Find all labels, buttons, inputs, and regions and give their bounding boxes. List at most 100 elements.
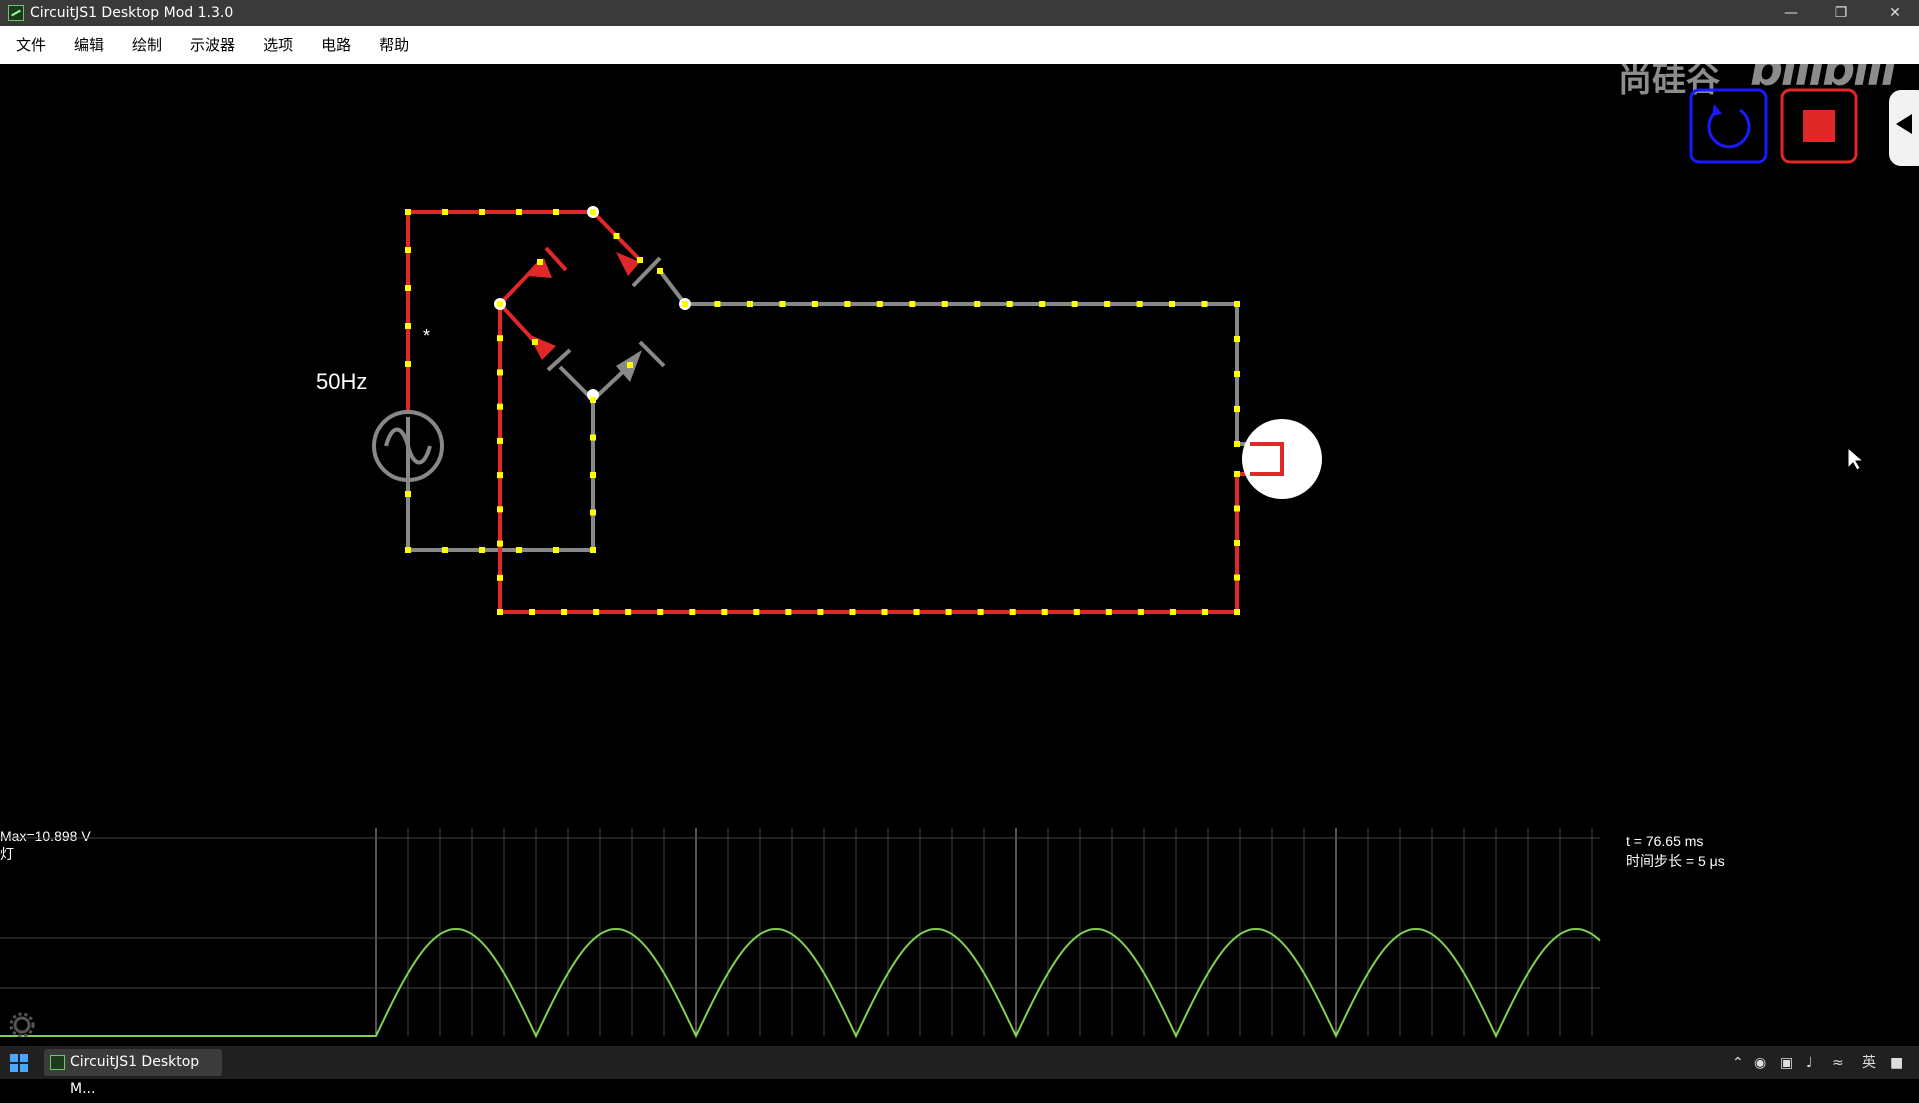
current-dot: [593, 609, 600, 615]
current-dot: [405, 285, 411, 291]
menu-file[interactable]: 文件: [0, 26, 60, 64]
current-dot: [849, 609, 856, 615]
current-dot: [977, 609, 984, 615]
current-dot: [817, 609, 824, 615]
gear-icon[interactable]: [9, 1012, 35, 1038]
current-dot: [553, 209, 559, 215]
app-icon: [8, 5, 24, 21]
wire-top-right[interactable]: [685, 302, 1250, 446]
current-dot: [974, 301, 981, 307]
oscilloscope-panel[interactable]: Max=10.898 V 灯 t = 76.65 ms 时间步长 = 5 μs: [0, 828, 1919, 1046]
current-dot: [405, 361, 411, 367]
current-dot: [1071, 301, 1078, 307]
current-dot: [1234, 505, 1240, 512]
current-dot: [657, 268, 663, 274]
diode-upper-left[interactable]: [528, 246, 568, 278]
current-dot: [1105, 609, 1112, 615]
current-dot: [590, 472, 596, 478]
current-dot: [721, 609, 728, 615]
current-dot: [909, 301, 916, 307]
current-dot: [590, 434, 596, 441]
current-dot: [627, 362, 633, 368]
lamp[interactable]: [1242, 419, 1322, 499]
current-dot: [1234, 574, 1240, 581]
current-dot: [405, 247, 411, 253]
title-bar: CircuitJS1 Desktop Mod 1.3.0 — ❐ ✕: [0, 0, 1919, 26]
reset-button[interactable]: [1689, 88, 1768, 164]
current-dot: [714, 301, 721, 307]
wifi-icon[interactable]: ≈: [1832, 1054, 1844, 1072]
current-dot: [811, 301, 818, 307]
current-dot: [516, 547, 522, 553]
current-dot: [537, 259, 543, 265]
current-dot: [1234, 471, 1240, 477]
current-dot: [1073, 609, 1080, 615]
current-dot: [1041, 609, 1048, 615]
current-dot: [405, 323, 411, 329]
current-dot: [516, 209, 522, 215]
current-dot: [913, 609, 920, 615]
scope-plot: [0, 828, 1601, 1039]
current-dot: [1201, 609, 1208, 615]
menu-circuit[interactable]: 电路: [307, 26, 365, 64]
reset-icon: [1707, 108, 1751, 149]
current-dot: [442, 209, 448, 215]
minimize-icon[interactable]: —: [1768, 0, 1814, 26]
current-dot: [1201, 301, 1208, 307]
current-dot: [1234, 406, 1240, 412]
current-dot: [876, 301, 883, 307]
diode-lower-right[interactable]: [616, 340, 666, 382]
restore-icon[interactable]: ❐: [1818, 0, 1864, 26]
volume-icon[interactable]: ♩: [1806, 1054, 1813, 1072]
current-dot: [497, 540, 503, 547]
taskbar-app-button[interactable]: CircuitJS1 Desktop M...: [44, 1049, 222, 1097]
menu-options[interactable]: 选项: [249, 26, 307, 64]
current-dot: [1234, 336, 1240, 342]
current-dot: [1234, 371, 1240, 377]
menu-help[interactable]: 帮助: [365, 26, 423, 64]
current-dot: [479, 209, 485, 215]
current-dot: [753, 609, 760, 615]
menu-draw[interactable]: 绘制: [118, 26, 176, 64]
source-marker: *: [423, 326, 431, 346]
current-dot: [1039, 301, 1046, 307]
current-dot: [1234, 441, 1240, 447]
network-icon[interactable]: ▣: [1780, 1054, 1793, 1072]
current-dot: [405, 491, 411, 497]
tray-app-icon[interactable]: ◉: [1754, 1054, 1766, 1072]
taskbar: CircuitJS1 Desktop M... ⌃ ◉ ▣ ♩ ≈ 英 ■: [0, 1046, 1919, 1097]
current-dot: [479, 547, 485, 553]
current-dot: [405, 547, 411, 553]
sidebar-toggle-button[interactable]: [1889, 90, 1919, 166]
current-dot: [442, 547, 448, 553]
current-dot: [497, 574, 503, 581]
current-dot: [590, 209, 596, 215]
circuit-canvas[interactable]: 尚硅谷 bilibili 50Hz *: [0, 42, 1919, 828]
stop-icon: [1803, 110, 1835, 142]
wire-bridge-upper-left[interactable]: [498, 260, 542, 306]
current-dot: [682, 301, 688, 307]
menu-edit[interactable]: 编辑: [60, 26, 118, 64]
current-dot: [881, 609, 888, 615]
wire-bridge-upper-right-end[interactable]: [658, 269, 687, 306]
current-dot: [497, 472, 503, 479]
current-dot: [844, 301, 851, 307]
notification-icon[interactable]: ■: [1890, 1054, 1903, 1072]
ime-indicator[interactable]: 英: [1862, 1054, 1876, 1072]
menu-scope[interactable]: 示波器: [176, 26, 249, 64]
current-dot: [657, 609, 664, 615]
current-dot: [1137, 609, 1144, 615]
close-icon[interactable]: ✕: [1872, 0, 1918, 26]
scope-grid: [0, 828, 1600, 1036]
source-frequency-label: 50Hz: [316, 369, 368, 394]
tray-chevron-up-icon[interactable]: ⌃: [1732, 1054, 1744, 1072]
current-dot: [1136, 301, 1143, 307]
current-dot: [941, 301, 948, 307]
windows-start-icon[interactable]: [10, 1054, 28, 1072]
wire-bottom-loop[interactable]: [498, 304, 1250, 614]
current-dot: [497, 403, 503, 410]
stop-button[interactable]: [1780, 88, 1858, 164]
current-dot: [637, 257, 643, 263]
current-dot: [1234, 540, 1240, 546]
current-dot: [532, 339, 538, 345]
